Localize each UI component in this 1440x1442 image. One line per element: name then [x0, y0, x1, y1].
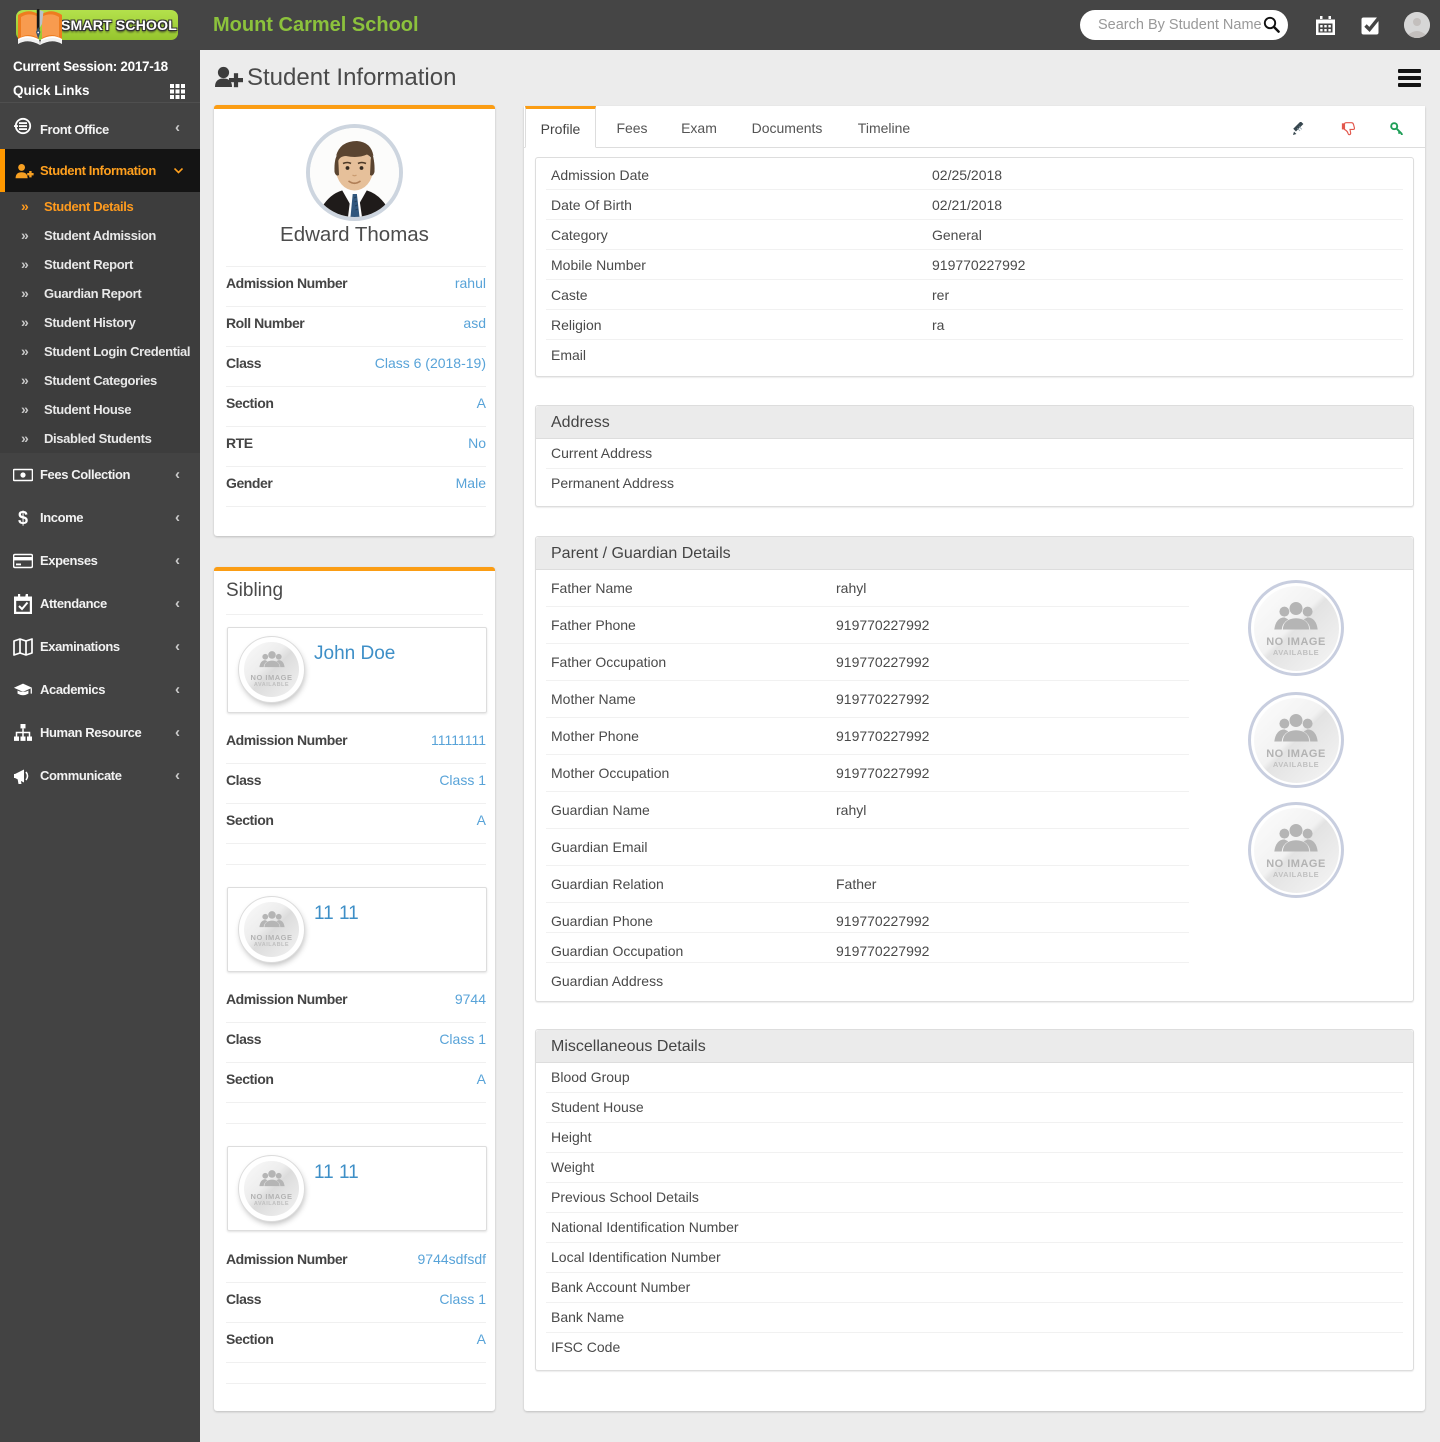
svg-text:$: $	[18, 508, 28, 528]
